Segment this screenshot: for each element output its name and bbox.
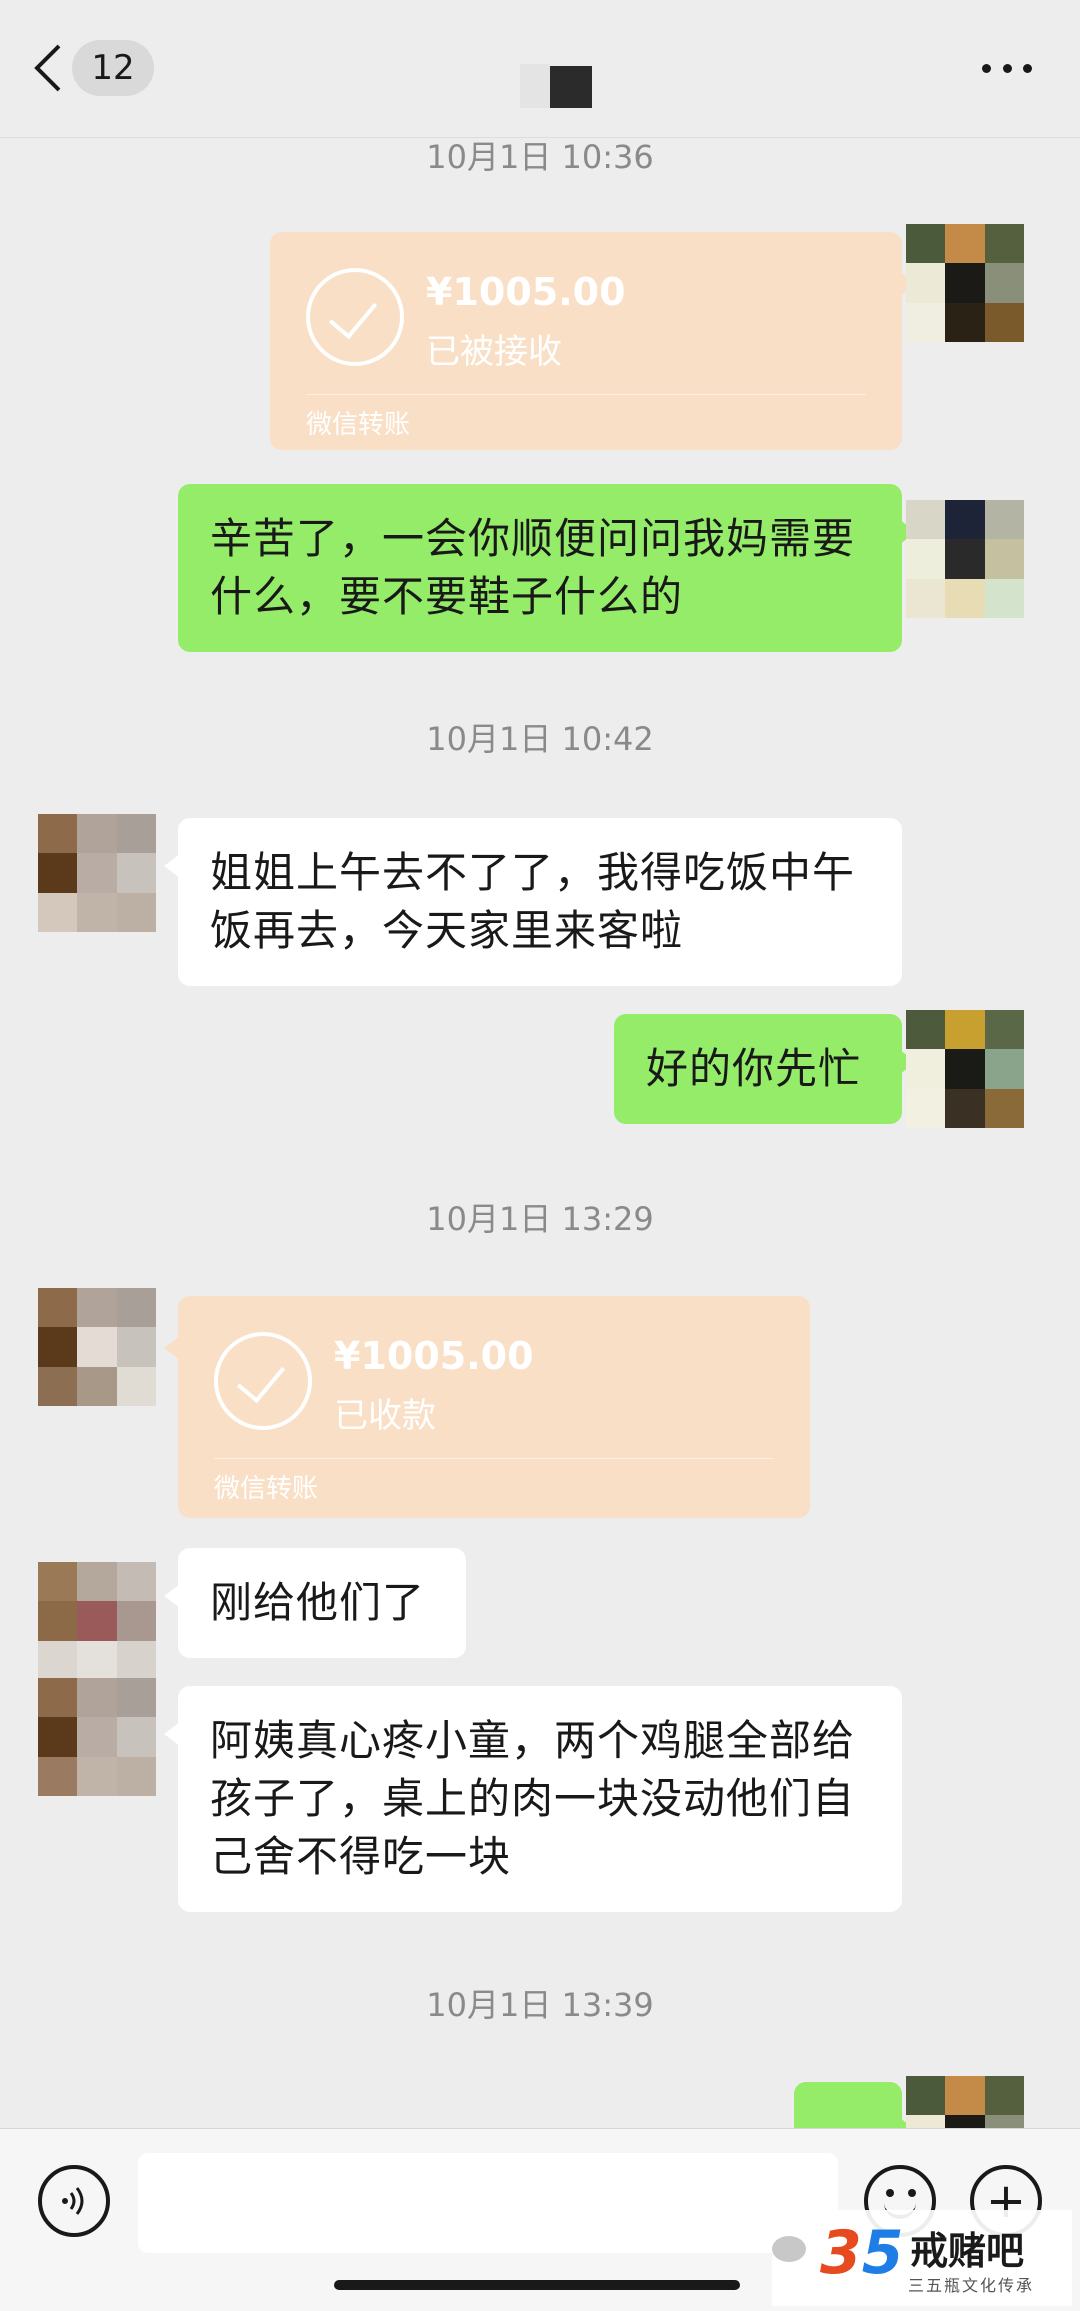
message-input[interactable]: [138, 2153, 838, 2253]
timestamp: 10月1日 13:39: [426, 1986, 654, 2024]
more-options-icon[interactable]: [982, 48, 1032, 88]
message-bubble-received[interactable]: 刚给他们了: [164, 1548, 466, 1658]
transfer-card-sent[interactable]: ¥1005.00 已被接收 微信转账: [270, 232, 916, 450]
unread-count-badge[interactable]: 12: [72, 40, 154, 96]
home-indicator: [334, 2280, 740, 2290]
message-bubble-received[interactable]: 姐姐上午去不了了，我得吃饭中午饭再去，今天家里来客啦: [164, 818, 902, 986]
transfer-status: 已收款: [334, 1396, 436, 1436]
chat-header: 12: [0, 0, 1080, 138]
check-circle-icon: [214, 1332, 312, 1430]
back-arrow-icon[interactable]: [28, 38, 68, 98]
transfer-amount: ¥1005.00: [426, 270, 626, 314]
watermark: 35 戒赌吧 三五瓶文化传承: [772, 2210, 1072, 2306]
avatar-contact[interactable]: [38, 1678, 156, 1796]
message-bubble-sent-partial[interactable]: [794, 2082, 916, 2128]
avatar-contact[interactable]: [38, 1562, 156, 1680]
transfer-card-received[interactable]: ¥1005.00 已收款 微信转账: [164, 1296, 810, 1518]
message-bubble-sent[interactable]: 辛苦了，一会你顺便问问我妈需要什么，要不要鞋子什么的: [178, 484, 916, 652]
timestamp: 10月1日 13:29: [426, 1200, 654, 1238]
watermark-brand: 戒赌吧: [910, 2229, 1025, 2273]
voice-icon[interactable]: [38, 2165, 110, 2237]
avatar-me[interactable]: [906, 2076, 1024, 2128]
watermark-subtitle: 三五瓶文化传承: [908, 2276, 1035, 2295]
watermark-logo-number: 35: [820, 2218, 904, 2288]
check-circle-icon: [306, 268, 404, 366]
wechat-icon: [772, 2236, 806, 2262]
avatar-contact[interactable]: [38, 1288, 156, 1406]
transfer-status: 已被接收: [426, 332, 562, 372]
transfer-amount: ¥1005.00: [334, 1334, 534, 1378]
transfer-divider: [306, 394, 866, 395]
avatar-contact[interactable]: [38, 814, 156, 932]
avatar-me[interactable]: [906, 224, 1024, 342]
chat-title-redacted: [520, 64, 592, 108]
message-bubble-received[interactable]: 阿姨真心疼小童，两个鸡腿全部给孩子了，桌上的肉一块没动他们自己舍不得吃一块: [164, 1686, 902, 1912]
message-bubble-sent[interactable]: 好的你先忙: [614, 1014, 916, 1124]
avatar-me[interactable]: [906, 1010, 1024, 1128]
transfer-divider: [214, 1458, 774, 1459]
transfer-label: 微信转账: [306, 410, 411, 440]
avatar-me[interactable]: [906, 500, 1024, 618]
timestamp: 10月1日 10:42: [426, 720, 654, 758]
timestamp: 10月1日 10:36: [426, 138, 654, 176]
transfer-label: 微信转账: [214, 1474, 319, 1504]
message-list[interactable]: 10月1日 10:36 ¥1005.00 已被接收 微信转账 辛苦了，一会你顺便…: [0, 138, 1080, 2128]
